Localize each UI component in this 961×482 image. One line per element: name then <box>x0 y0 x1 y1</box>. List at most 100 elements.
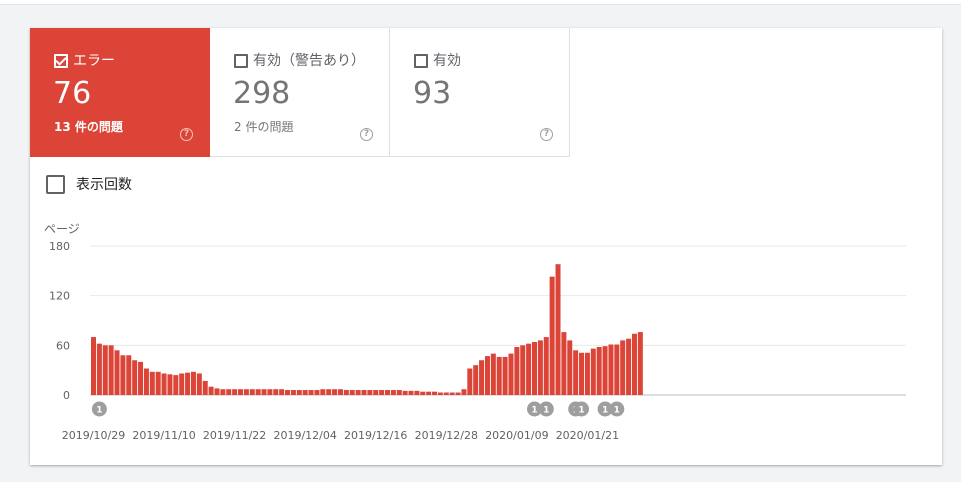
data-bar <box>361 390 367 395</box>
data-bar <box>255 389 261 395</box>
data-bar <box>149 371 155 395</box>
data-bar <box>332 389 338 395</box>
data-bar <box>279 389 285 395</box>
data-bar <box>232 389 238 395</box>
coverage-card: エラー 76 13 件の問題 ? 有効（警告あり） 298 2 件の問題 ? 有… <box>30 28 942 465</box>
y-tick-label: 0 <box>63 389 70 402</box>
x-tick-label: 2019/12/16 <box>344 429 407 442</box>
data-bar <box>526 343 532 395</box>
data-bar <box>520 345 526 395</box>
x-tick-label: 2019/10/29 <box>62 429 125 442</box>
data-bar <box>390 390 396 395</box>
top-divider <box>0 0 961 5</box>
annotation-marker-label: 1 <box>543 406 549 416</box>
data-bar <box>102 345 108 395</box>
data-bar <box>320 389 326 395</box>
data-bar <box>238 389 243 395</box>
annotation-marker-label: 1 <box>531 406 537 416</box>
data-bar <box>355 390 361 395</box>
data-bar <box>614 344 620 395</box>
data-bar <box>473 365 479 395</box>
data-bar <box>296 390 302 395</box>
data-bar <box>467 368 473 395</box>
data-bar <box>138 361 144 395</box>
data-bar <box>261 389 267 395</box>
data-bar <box>308 390 314 395</box>
data-bar <box>426 391 432 395</box>
data-bar <box>637 332 643 395</box>
annotation-marker-label: 1 <box>614 406 620 416</box>
data-bar <box>373 390 379 395</box>
data-bar <box>432 391 438 395</box>
y-tick-label: 60 <box>56 339 70 352</box>
data-bar <box>449 392 455 395</box>
data-bar <box>173 375 179 395</box>
data-bar <box>567 340 573 395</box>
data-bar <box>561 332 567 395</box>
data-bar <box>555 264 561 395</box>
data-bar <box>190 371 196 395</box>
data-bar <box>337 389 343 395</box>
data-bar <box>543 337 549 395</box>
data-bar <box>573 350 579 395</box>
data-bar <box>402 390 408 395</box>
data-bar <box>631 333 637 395</box>
data-bar <box>379 390 385 395</box>
annotation-marker-label: 1 <box>96 406 102 416</box>
data-bar <box>514 346 520 395</box>
data-bar <box>208 386 214 395</box>
data-bar <box>314 390 320 395</box>
data-bar <box>179 373 185 395</box>
data-bar <box>490 353 496 395</box>
x-tick-label: 2020/01/09 <box>485 429 548 442</box>
data-bar <box>532 342 537 395</box>
data-bar <box>290 390 296 395</box>
x-tick-label: 2019/11/10 <box>132 429 195 442</box>
data-bar <box>584 352 590 395</box>
data-bar <box>196 373 202 395</box>
data-bar <box>96 343 102 395</box>
data-bar <box>202 380 208 395</box>
data-bar <box>226 389 232 395</box>
data-bar <box>479 360 485 395</box>
data-bar <box>549 276 555 395</box>
x-tick-label: 2019/12/28 <box>415 429 478 442</box>
y-tick-label: 120 <box>49 290 70 303</box>
x-tick-label: 2020/01/21 <box>556 429 619 442</box>
data-bar <box>590 348 596 395</box>
data-bar <box>502 356 508 395</box>
data-bar <box>461 389 467 395</box>
data-bar <box>408 390 414 395</box>
data-bar <box>132 360 138 395</box>
x-tick-label: 2019/12/04 <box>273 429 336 442</box>
data-bar <box>155 371 161 395</box>
annotation-marker-label: 1 <box>578 406 584 416</box>
data-bar <box>91 337 96 395</box>
data-bar <box>385 390 390 395</box>
data-bar <box>484 356 490 395</box>
data-bar <box>243 389 249 395</box>
data-bar <box>108 345 114 395</box>
y-tick-label: 180 <box>49 240 70 253</box>
data-bar <box>220 389 226 395</box>
data-bar <box>620 340 626 395</box>
data-bar <box>114 350 120 395</box>
data-bar <box>537 340 543 395</box>
annotation-marker-label: 1 <box>602 406 608 416</box>
data-bar <box>396 390 402 395</box>
data-bar <box>214 388 220 395</box>
data-bar <box>167 374 173 395</box>
data-bar <box>602 346 608 395</box>
x-tick-label: 2019/11/22 <box>203 429 266 442</box>
data-bar <box>420 391 426 395</box>
data-bar <box>455 392 461 395</box>
data-bar <box>143 368 149 395</box>
data-bar <box>302 390 308 395</box>
data-bar <box>437 392 443 395</box>
data-bar <box>185 372 191 395</box>
data-bar <box>285 390 291 395</box>
data-bar <box>626 338 632 395</box>
data-bar <box>443 392 449 395</box>
data-bar <box>161 373 167 395</box>
data-bar <box>267 389 273 395</box>
